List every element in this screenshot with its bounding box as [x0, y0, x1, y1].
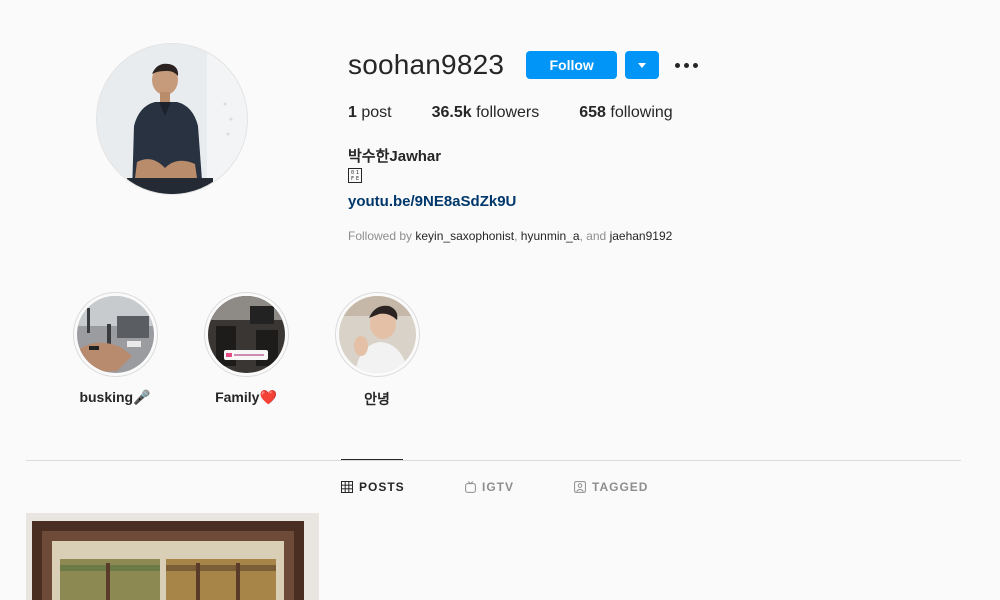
profile-header-row: soohan9823 Follow — [348, 48, 700, 82]
more-options-icon — [675, 62, 681, 68]
suggested-accounts-button[interactable] — [625, 51, 660, 79]
highlight-busking[interactable]: busking🎤 — [60, 292, 170, 406]
tab-igtv[interactable]: IGTV — [465, 480, 514, 494]
tab-posts[interactable]: POSTS — [341, 480, 405, 494]
mutual-follower: jaehan9192 — [609, 229, 673, 243]
mutual-follower: hyunmin_a — [520, 229, 580, 243]
profile-username: soohan9823 — [348, 49, 505, 80]
highlight-cover — [207, 296, 285, 373]
followed-by-text[interactable]: Followed by keyin_saxophonist, hyunmin_a… — [348, 229, 672, 243]
tabs-divider — [26, 460, 961, 461]
highlight-annyeong[interactable]: 안녕 — [322, 292, 432, 409]
igtv-icon — [465, 481, 476, 493]
avatar-photo — [97, 44, 247, 194]
bio-link[interactable]: youtu.be/9NE8aSdZk9U — [348, 193, 516, 210]
following-link[interactable]: 658 following — [579, 104, 672, 122]
profile-avatar[interactable] — [97, 44, 247, 194]
highlight-cover — [338, 296, 416, 373]
options-button[interactable] — [673, 51, 700, 79]
post-thumbnail[interactable] — [26, 513, 319, 600]
followers-link[interactable]: 36.5k followers — [432, 104, 540, 122]
post-image — [26, 513, 319, 600]
highlight-cover — [76, 296, 154, 373]
grid-icon — [341, 481, 353, 493]
tab-tagged[interactable]: TAGGED — [574, 480, 648, 494]
profile-full-name: 박수한Jawhar — [348, 148, 442, 165]
bio-unknown-glyph-icon: 01FE — [348, 168, 362, 183]
active-tab-indicator — [341, 459, 403, 460]
follow-button[interactable]: Follow — [526, 51, 618, 79]
posts-count: 1 post — [348, 104, 392, 121]
mutual-follower: keyin_saxophonist — [415, 229, 515, 243]
tagged-icon — [574, 481, 586, 493]
highlight-family[interactable]: Family❤️ — [191, 292, 301, 406]
chevron-down-icon — [638, 62, 647, 68]
profile-stats: 1 post 36.5k followers 658 following — [348, 104, 713, 122]
profile-tabs: POSTS IGTV TAGGED — [0, 480, 1000, 496]
